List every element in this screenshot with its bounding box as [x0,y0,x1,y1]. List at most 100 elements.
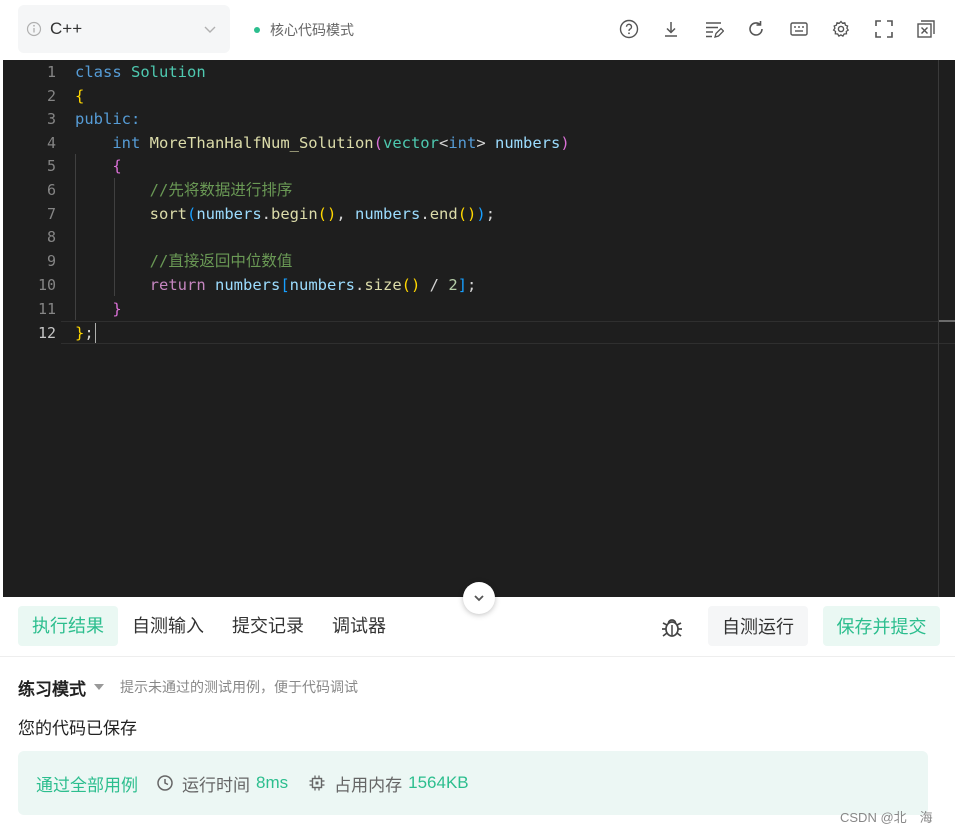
code-token: { [75,87,85,105]
code-token: . [420,205,430,223]
memory-label: 占用内存 [334,775,403,795]
line-number: 11 [37,300,56,318]
code-token: Solution [131,63,206,81]
practice-mode-dropdown[interactable]: 练习模式 [18,675,86,700]
close-panel-icon[interactable] [915,18,937,40]
code-line-2: { [75,84,84,108]
run-result-panel: 通过全部用例 运行时间 8ms 占用内存 1564KB [18,751,928,815]
save-submit-button[interactable]: 保存并提交 [823,606,940,646]
format-icon[interactable] [703,18,725,40]
code-token: vector [382,134,439,152]
run-time-stat: 运行时间 8ms [156,771,288,796]
code-token: numbers [289,276,355,294]
code-token: > [476,134,486,152]
code-token: numbers [215,276,281,294]
code-token: numbers [355,205,421,223]
code-token: } [112,300,122,318]
code-token: MoreThanHalfNum_Solution [149,134,374,152]
code-token: [ [280,276,290,294]
code-token: begin [271,205,318,223]
tab-custom-input[interactable]: 自测输入 [118,606,218,646]
code-token: size [364,276,402,294]
keyboard-icon[interactable] [788,18,810,40]
scrollbar-position-marker [939,320,955,322]
code-token: 2 [448,276,458,294]
csdn-watermark: CSDN @北 海 [840,810,933,825]
line-number: 1 [46,63,56,81]
help-icon[interactable] [618,18,640,40]
code-token: . [261,205,271,223]
settings-icon[interactable] [830,18,852,40]
tab-submissions[interactable]: 提交记录 [218,606,318,646]
line-number-gutter: 1 2 3 4 5 6 7 8 9 10 11 12 [3,60,61,597]
saved-status-message: 您的代码已保存 [18,719,137,738]
code-token: ( [186,205,197,223]
mode-status-dot [254,27,260,33]
language-select[interactable]: C++ [18,5,230,53]
code-token: () [317,205,337,223]
chevron-down-icon [204,26,216,33]
code-line-11: } [75,297,122,321]
code-line-5: { [75,154,122,178]
tab-result[interactable]: 执行结果 [18,606,118,646]
line-number: 7 [46,205,56,223]
info-icon [26,21,42,37]
code-token: () [457,205,477,223]
code-token: end [429,205,458,223]
line-number: 10 [37,276,56,294]
code-token: class [75,63,122,81]
code-token: numbers [495,134,561,152]
line-number: 3 [46,110,56,128]
self-test-run-button[interactable]: 自测运行 [708,606,808,646]
memory-stat: 占用内存 1564KB [308,771,469,796]
code-token: return [149,276,206,294]
caret-down-icon[interactable] [94,684,104,690]
code-token: public: [75,110,141,128]
chip-icon [309,775,325,791]
line-number: 4 [46,134,56,152]
bug-icon[interactable] [660,615,684,639]
editor-toolbar: C++ 核心代码模式 [0,0,955,60]
code-mode-tag: 核心代码模式 [254,18,354,42]
run-time-value: 8ms [256,773,289,792]
run-time-label: 运行时间 [182,775,250,795]
code-token: ; [467,276,477,294]
download-icon[interactable] [660,18,682,40]
memory-value: 1564KB [408,773,469,792]
code-token: int [112,134,141,152]
reset-icon[interactable] [745,18,767,40]
fullscreen-icon[interactable] [873,18,895,40]
code-token: / [420,276,449,294]
tab-debugger[interactable]: 调试器 [318,606,400,646]
code-mode-label: 核心代码模式 [270,22,354,38]
practice-mode-row: 练习模式 提示未通过的测试用例，便于代码调试 [18,675,358,700]
code-token: ; [485,205,496,223]
code-token: } [75,324,85,342]
code-token: ; [84,324,94,342]
code-token: < [438,134,449,152]
code-token: { [112,157,122,175]
result-tabs-bar: 执行结果 自测输入 提交记录 调试器 自测运行 保存并提交 [0,597,955,657]
pass-status: 通过全部用例 [36,775,138,795]
code-token: ] [457,276,468,294]
code-line-6: //先将数据进行排序 [75,178,293,202]
code-token: . [355,276,365,294]
code-line-1: class Solution [75,60,206,84]
code-token: () [401,276,421,294]
editor-scrollbar[interactable] [938,60,939,597]
code-line-10: return numbers[numbers.size() / 2]; [75,273,477,297]
code-token: ) [560,134,570,152]
code-token: , [336,205,356,223]
code-line-9: //直接返回中位数值 [75,249,293,273]
line-number: 2 [46,87,56,105]
practice-mode-hint: 提示未通过的测试用例，便于代码调试 [120,679,358,695]
line-number: 9 [46,252,56,270]
code-editor[interactable]: 1 2 3 4 5 6 7 8 9 10 11 12 class Solutio… [3,60,955,597]
code-token: numbers [196,205,262,223]
code-comment: //直接返回中位数值 [149,252,293,270]
code-line-12: }; [75,321,94,345]
language-label: C++ [50,19,83,38]
code-token: sort [149,205,187,223]
code-line-4: int MoreThanHalfNum_Solution(vector<int>… [75,131,570,155]
code-token: ) [476,205,486,223]
